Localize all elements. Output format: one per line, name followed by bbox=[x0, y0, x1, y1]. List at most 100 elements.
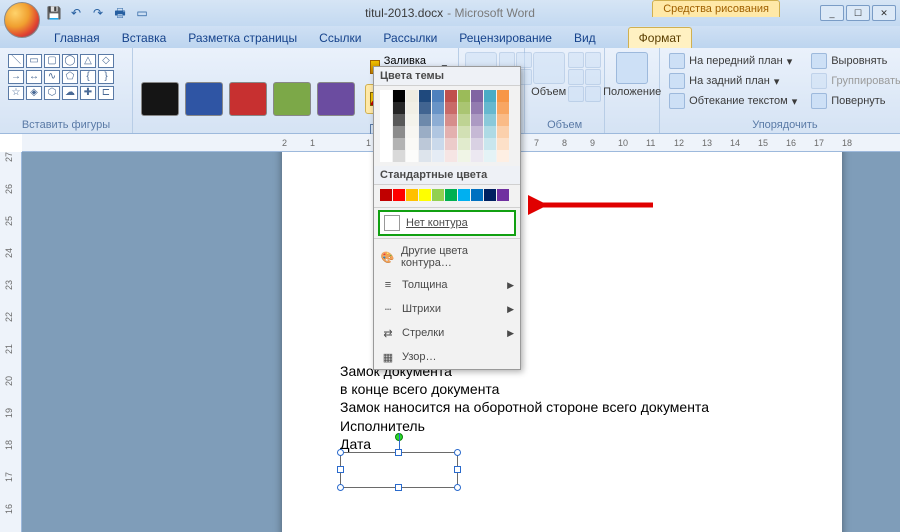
theme-color-swatch[interactable] bbox=[432, 126, 444, 138]
theme-color-swatch[interactable] bbox=[445, 126, 457, 138]
shapes-gallery[interactable]: ＼ ▭ ▢ ◯ △ ◇ → ↔ ∿ ⬠ { } ☆ ◈ ⬡ ☁ ✚ ⊏ bbox=[6, 52, 126, 102]
shape-style-gallery[interactable] bbox=[139, 52, 357, 146]
resize-handle-nw[interactable] bbox=[337, 449, 344, 456]
shape-arrow2-icon[interactable]: ↔ bbox=[26, 70, 42, 84]
resize-handle-n[interactable] bbox=[395, 449, 402, 456]
theme-color-swatch[interactable] bbox=[406, 90, 418, 102]
theme-color-swatch[interactable] bbox=[393, 126, 405, 138]
send-back-button[interactable]: На задний план ▾ bbox=[666, 72, 800, 90]
theme-color-swatch[interactable] bbox=[406, 102, 418, 114]
standard-color-swatch[interactable] bbox=[458, 189, 470, 201]
theme-color-swatch[interactable] bbox=[419, 150, 431, 162]
shape-poly-icon[interactable]: ⬠ bbox=[62, 70, 78, 84]
tab-mailings[interactable]: Рассылки bbox=[373, 28, 447, 48]
vol-5-icon[interactable] bbox=[568, 86, 584, 102]
standard-color-swatch[interactable] bbox=[393, 189, 405, 201]
shape-arrow-icon[interactable]: → bbox=[8, 70, 24, 84]
theme-color-swatch[interactable] bbox=[471, 138, 483, 150]
theme-color-swatch[interactable] bbox=[497, 102, 509, 114]
vol-2-icon[interactable] bbox=[585, 52, 601, 68]
style-swatch-2[interactable] bbox=[229, 82, 267, 116]
theme-color-swatch[interactable] bbox=[393, 90, 405, 102]
theme-color-swatch[interactable] bbox=[471, 90, 483, 102]
arrows-item[interactable]: ⇄ Стрелки ▶ bbox=[374, 321, 520, 345]
theme-color-swatch[interactable] bbox=[393, 102, 405, 114]
theme-color-swatch[interactable] bbox=[497, 150, 509, 162]
theme-color-swatch[interactable] bbox=[406, 114, 418, 126]
text-wrap-button[interactable]: Обтекание текстом ▾ bbox=[666, 92, 800, 110]
theme-color-swatch[interactable] bbox=[419, 126, 431, 138]
theme-color-swatch[interactable] bbox=[484, 150, 496, 162]
style-swatch-0[interactable] bbox=[141, 82, 179, 116]
selected-shape[interactable] bbox=[340, 452, 458, 488]
vol-3-icon[interactable] bbox=[568, 69, 584, 85]
theme-color-swatch[interactable] bbox=[458, 90, 470, 102]
volume-button[interactable]: Объем bbox=[531, 52, 566, 102]
theme-color-swatch[interactable] bbox=[380, 138, 392, 150]
shape-callout-icon[interactable]: ◈ bbox=[26, 86, 42, 100]
shape-bracket-icon[interactable]: ⊏ bbox=[98, 86, 114, 100]
theme-color-swatch[interactable] bbox=[380, 114, 392, 126]
tab-home[interactable]: Главная bbox=[44, 28, 110, 48]
theme-color-swatch[interactable] bbox=[484, 138, 496, 150]
resize-handle-ne[interactable] bbox=[454, 449, 461, 456]
theme-color-swatch[interactable] bbox=[471, 114, 483, 126]
resize-handle-w[interactable] bbox=[337, 466, 344, 473]
maximize-button[interactable]: ☐ bbox=[846, 5, 870, 21]
pattern-item[interactable]: ▦ Узор… bbox=[374, 345, 520, 369]
group-button[interactable]: Группировать bbox=[808, 72, 900, 90]
standard-color-swatch[interactable] bbox=[445, 189, 457, 201]
doc-icon[interactable]: ▭ bbox=[134, 5, 150, 21]
weight-item[interactable]: ≡ Толщина ▶ bbox=[374, 273, 520, 297]
standard-color-swatch[interactable] bbox=[432, 189, 444, 201]
tab-review[interactable]: Рецензирование bbox=[449, 28, 562, 48]
bring-front-button[interactable]: На передний план ▾ bbox=[666, 52, 800, 70]
shape-brace2-icon[interactable]: } bbox=[98, 70, 114, 84]
vol-6-icon[interactable] bbox=[585, 86, 601, 102]
print-icon[interactable]: 🖶 bbox=[112, 5, 128, 21]
theme-color-swatch[interactable] bbox=[419, 138, 431, 150]
theme-color-swatch[interactable] bbox=[458, 150, 470, 162]
save-icon[interactable]: 💾 bbox=[46, 5, 62, 21]
style-swatch-4[interactable] bbox=[317, 82, 355, 116]
tab-view[interactable]: Вид bbox=[564, 28, 606, 48]
theme-color-swatch[interactable] bbox=[484, 90, 496, 102]
theme-color-swatch[interactable] bbox=[380, 126, 392, 138]
align-button[interactable]: Выровнять bbox=[808, 52, 900, 70]
theme-color-swatch[interactable] bbox=[445, 90, 457, 102]
close-button[interactable]: ✕ bbox=[872, 5, 896, 21]
standard-color-swatch[interactable] bbox=[497, 189, 509, 201]
tab-insert[interactable]: Вставка bbox=[112, 28, 177, 48]
style-swatch-1[interactable] bbox=[185, 82, 223, 116]
theme-color-swatch[interactable] bbox=[406, 150, 418, 162]
theme-color-swatch[interactable] bbox=[432, 114, 444, 126]
undo-icon[interactable]: ↶ bbox=[68, 5, 84, 21]
redo-icon[interactable]: ↷ bbox=[90, 5, 106, 21]
vertical-ruler[interactable]: 272625242322212019181716 bbox=[0, 152, 22, 532]
shape-brace-icon[interactable]: { bbox=[80, 70, 96, 84]
theme-color-swatch[interactable] bbox=[471, 150, 483, 162]
standard-color-swatch[interactable] bbox=[484, 189, 496, 201]
shape-rect-icon[interactable]: ▭ bbox=[26, 54, 42, 68]
theme-color-swatch[interactable] bbox=[497, 138, 509, 150]
theme-color-swatch[interactable] bbox=[393, 150, 405, 162]
theme-color-swatch[interactable] bbox=[380, 150, 392, 162]
theme-color-swatch[interactable] bbox=[419, 90, 431, 102]
theme-color-swatch[interactable] bbox=[380, 90, 392, 102]
standard-color-swatch[interactable] bbox=[380, 189, 392, 201]
theme-color-swatch[interactable] bbox=[458, 138, 470, 150]
standard-color-swatch[interactable] bbox=[419, 189, 431, 201]
tab-references[interactable]: Ссылки bbox=[309, 28, 371, 48]
theme-color-swatch[interactable] bbox=[432, 150, 444, 162]
minimize-button[interactable]: _ bbox=[820, 5, 844, 21]
theme-color-swatch[interactable] bbox=[419, 114, 431, 126]
theme-color-swatch[interactable] bbox=[458, 102, 470, 114]
theme-color-swatch[interactable] bbox=[406, 126, 418, 138]
theme-color-swatch[interactable] bbox=[497, 90, 509, 102]
position-button[interactable]: Положение bbox=[611, 52, 653, 98]
shape-cloud-icon[interactable]: ☁ bbox=[62, 86, 78, 100]
tab-page-layout[interactable]: Разметка страницы bbox=[178, 28, 307, 48]
theme-color-swatch[interactable] bbox=[458, 114, 470, 126]
theme-color-swatch[interactable] bbox=[484, 114, 496, 126]
vol-1-icon[interactable] bbox=[568, 52, 584, 68]
